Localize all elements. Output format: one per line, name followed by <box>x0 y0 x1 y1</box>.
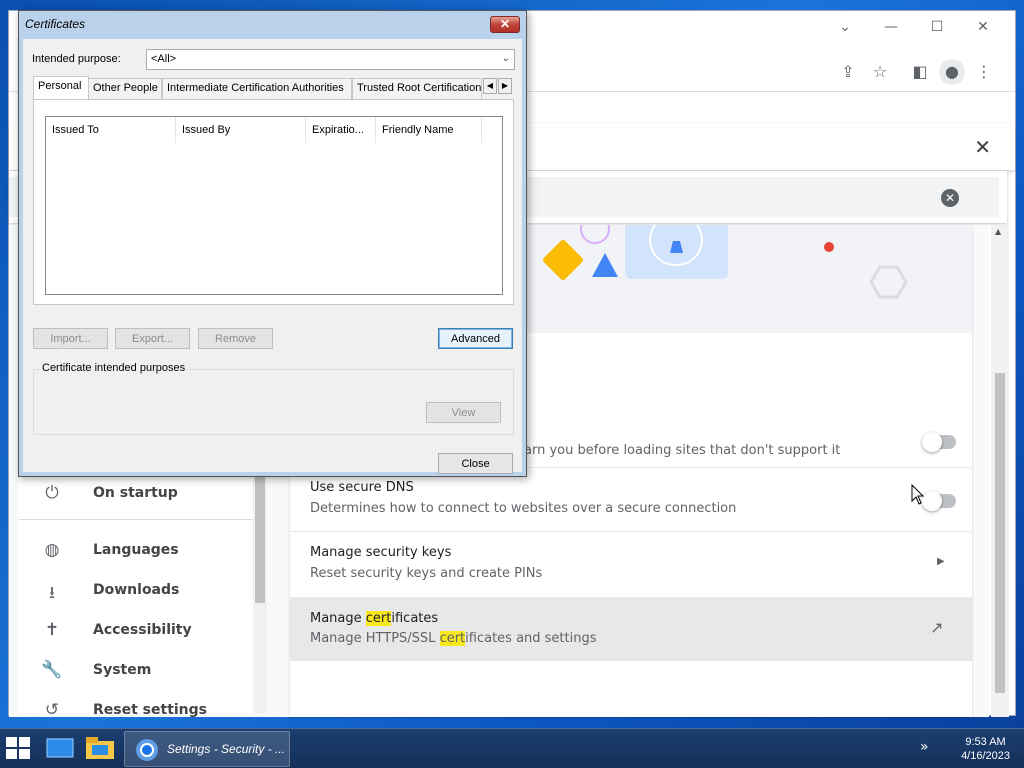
row-subtitle-part: ificates and settings <box>465 631 597 646</box>
tab-scroll-left-icon[interactable]: ◀ <box>483 78 497 94</box>
intended-purpose-label: Intended purpose: <box>32 53 121 65</box>
taskbar-chrome-task[interactable]: Settings - Security - ... <box>124 731 290 767</box>
tab-personal[interactable]: Personal <box>33 76 89 100</box>
search-highlight: cert <box>365 611 392 626</box>
scroll-up-arrow-icon[interactable]: ▲ <box>995 227 1001 236</box>
sidebar-item-label: Languages <box>93 542 179 558</box>
dialog-close-icon[interactable]: ✕ <box>490 16 520 33</box>
chevron-down-icon: ⌄ <box>501 53 510 64</box>
column-expiration[interactable]: Expiratio... <box>306 117 376 143</box>
search-highlight: cert <box>439 631 466 646</box>
tab-scroll-right-icon[interactable]: ▶ <box>498 78 512 94</box>
chrome-icon <box>136 739 158 761</box>
row-manage-security-keys[interactable]: Manage security keys Reset security keys… <box>290 531 972 597</box>
row-title: Manage security keys <box>310 545 452 560</box>
intended-purpose-select[interactable]: <All> ⌄ <box>146 49 515 70</box>
sidebar-divider <box>19 519 255 520</box>
export-button[interactable]: Export... <box>115 328 190 349</box>
sidebar-item-label: Accessibility <box>93 622 192 638</box>
sidebar-item-label: Downloads <box>93 582 180 598</box>
row-subtitle: Reset security keys and create PINs <box>310 566 543 581</box>
windows-start-icon[interactable] <box>6 737 32 768</box>
tab-trusted-root[interactable]: Trusted Root Certification <box>352 78 482 99</box>
row-subtitle: Determines how to connect to websites ov… <box>310 501 737 516</box>
download-icon: ⭳ <box>49 583 55 603</box>
clock-date: 4/16/2023 <box>961 750 1010 762</box>
main-scrollbar[interactable]: ▲ <box>991 225 1009 717</box>
file-explorer-icon[interactable] <box>85 735 115 767</box>
column-issued-to[interactable]: Issued To <box>46 117 176 143</box>
accessibility-icon: ✝ <box>44 620 60 640</box>
view-button[interactable]: View <box>426 402 501 423</box>
sidebar-item-label: System <box>93 662 152 678</box>
tab-intermediate-ca[interactable]: Intermediate Certification Authorities <box>162 78 352 99</box>
show-hidden-icons-icon[interactable]: » <box>920 739 929 755</box>
taskbar-task-label: Settings - Security - ... <box>167 742 286 756</box>
row-subtitle: arn you before loading sites that don't … <box>524 443 841 458</box>
dialog-title: Certificates <box>25 17 86 31</box>
sidebar-item-label: On startup <box>93 485 178 501</box>
sidebar-item-label: Reset settings <box>93 702 208 718</box>
intended-purposes-label: Certificate intended purposes <box>40 362 188 374</box>
side-panel-icon[interactable]: ◧ <box>907 59 933 85</box>
column-friendly-name[interactable]: Friendly Name <box>376 117 482 143</box>
taskbar: Settings - Security - ... » 9:53 AM 4/16… <box>0 728 1024 768</box>
tab-search-chevron-icon[interactable]: ⌄ <box>831 15 859 39</box>
wrench-icon: 🔧 <box>41 660 63 680</box>
minimize-button[interactable]: — <box>877 15 905 39</box>
row-subtitle: Manage HTTPS/SSL certificates and settin… <box>310 631 597 646</box>
taskbar-clock[interactable]: 9:53 AM 4/16/2023 <box>961 735 1010 763</box>
open-external-icon[interactable]: ↗ <box>930 618 943 637</box>
close-search-icon[interactable]: ✕ <box>974 135 991 159</box>
intended-purpose-value: <All> <box>151 53 177 65</box>
tab-other-people[interactable]: Other People <box>88 78 162 99</box>
close-button[interactable]: Close <box>438 453 513 474</box>
personal-tab-panel: Issued To Issued By Expiratio... Friendl… <box>33 99 514 305</box>
chevron-right-icon: ▶ <box>937 556 945 567</box>
sidebar-scrollbar[interactable] <box>253 473 267 713</box>
certificates-dialog: Certificates ✕ Intended purpose: <All> ⌄… <box>18 10 527 477</box>
dialog-body: Intended purpose: <All> ⌄ Personal Other… <box>23 39 522 474</box>
scrollbar-thumb[interactable] <box>995 373 1005 693</box>
advanced-button[interactable]: Advanced <box>438 328 513 349</box>
row-title-part: Manage <box>310 611 366 626</box>
bookmark-star-icon[interactable]: ☆ <box>867 59 893 85</box>
clear-search-icon[interactable]: ✕ <box>941 189 959 207</box>
clock-time: 9:53 AM <box>965 736 1006 748</box>
remove-button[interactable]: Remove <box>198 328 273 349</box>
row-title-part: ificates <box>391 611 439 626</box>
maximize-button[interactable]: ☐ <box>923 15 951 39</box>
secure-dns-toggle[interactable] <box>922 491 956 511</box>
history-icon: ↺ <box>44 700 60 720</box>
row-manage-certificates[interactable]: Manage certificates Manage HTTPS/SSL cer… <box>290 597 972 661</box>
import-button[interactable]: Import... <box>33 328 108 349</box>
column-issued-by[interactable]: Issued By <box>176 117 306 143</box>
power-icon: ⏻ <box>45 483 59 503</box>
mouse-cursor-icon <box>911 484 925 505</box>
https-first-toggle[interactable] <box>922 432 956 452</box>
close-window-button[interactable]: ✕ <box>969 15 997 39</box>
desktop-icon[interactable] <box>46 736 74 768</box>
row-title: Use secure DNS <box>310 480 414 495</box>
toggle-knob <box>922 491 942 511</box>
menu-kebab-icon[interactable]: ⋮ <box>971 59 997 85</box>
toggle-knob <box>922 432 942 452</box>
settings-sidebar: ⏻ On startup ◍ Languages ⭳ Downloads ✝ A… <box>19 473 255 720</box>
row-title: Manage certificates <box>310 611 438 626</box>
globe-icon: ◍ <box>44 540 60 560</box>
profile-avatar-icon[interactable]: ● <box>939 59 965 85</box>
share-icon[interactable]: ⇪ <box>835 59 861 85</box>
row-subtitle-part: Manage HTTPS/SSL <box>310 631 440 646</box>
certificate-list[interactable]: Issued To Issued By Expiratio... Friendl… <box>45 116 503 295</box>
scrollbar-thumb[interactable] <box>255 473 265 603</box>
